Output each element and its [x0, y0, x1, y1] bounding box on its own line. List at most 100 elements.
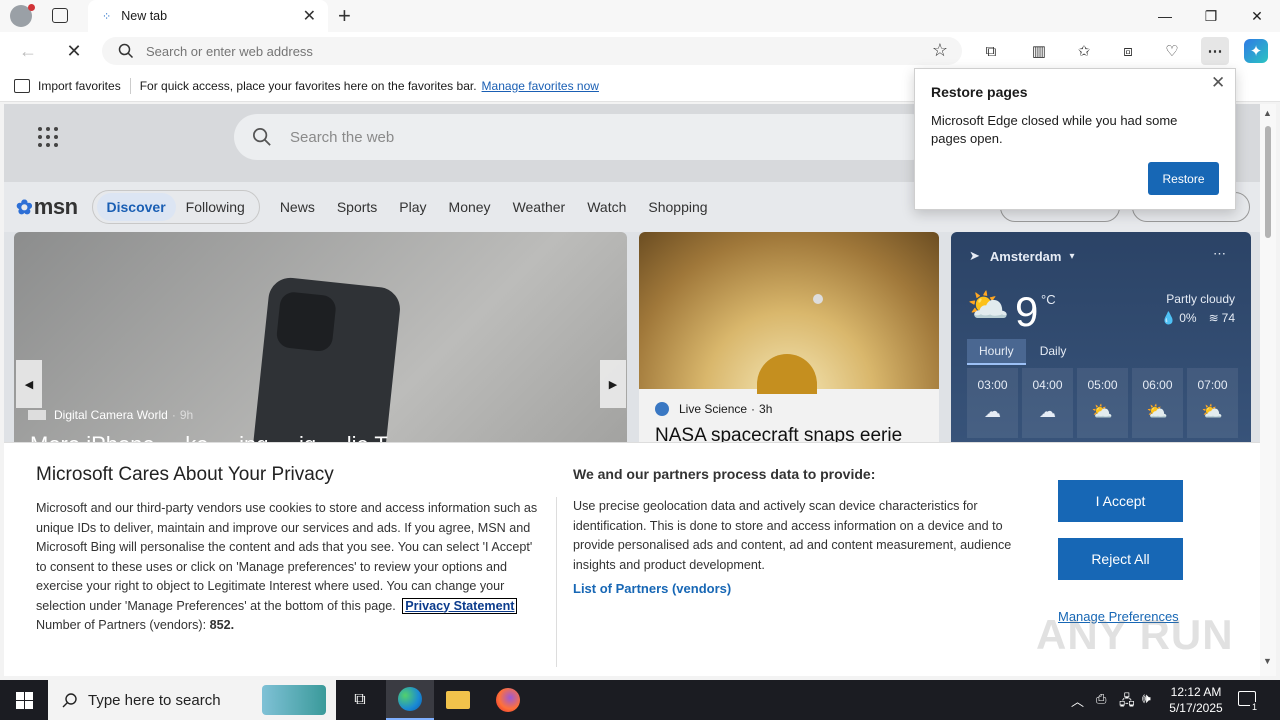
hour-slot: 04:00 ☁ [1022, 368, 1073, 438]
title-bar: ⁘ New tab ✕ + — ❐ ✕ [0, 0, 1280, 32]
restore-window-button[interactable]: ❐ [1188, 0, 1234, 32]
new-tab-button[interactable]: + [338, 3, 351, 29]
network-icon[interactable]: 🖧 [1119, 690, 1135, 714]
chevron-down-icon[interactable]: ▾ [1069, 251, 1074, 262]
tab-discover[interactable]: Discover [96, 193, 176, 221]
scrollbar-thumb[interactable] [1265, 126, 1271, 238]
close-tab-icon[interactable]: ✕ [303, 6, 316, 26]
nav-news[interactable]: News [280, 199, 315, 215]
moon-cloud-icon: ⛅ [1091, 402, 1114, 421]
volume-icon[interactable]: 🕪 [1142, 690, 1151, 707]
hour-slot: 05:00 ⛅ [1077, 368, 1128, 438]
privacy-statement-link[interactable]: Privacy Statement [402, 597, 518, 614]
scroll-up-icon[interactable]: ▲ [1263, 108, 1272, 118]
msn-logo[interactable]: msn [34, 194, 78, 220]
weather-humidity: 74 [1221, 311, 1235, 325]
edge-icon [398, 687, 422, 711]
favorite-star-icon[interactable]: ☆ [932, 40, 948, 61]
start-button[interactable] [0, 680, 48, 720]
hour-label: 05:00 [1087, 378, 1118, 392]
taskbar-edge[interactable] [386, 680, 434, 720]
weather-precip: 0% [1179, 311, 1197, 325]
precipitation-icon: 💧 [1161, 311, 1177, 325]
tab-daily[interactable]: Daily [1026, 339, 1081, 365]
browser-essentials-icon[interactable]: ♡ [1158, 37, 1186, 65]
sun-cloud-icon: ⛅ [1146, 402, 1169, 421]
reject-all-button[interactable]: Reject All [1058, 538, 1183, 580]
minimize-button[interactable]: — [1142, 0, 1188, 32]
close-window-button[interactable]: ✕ [1234, 0, 1280, 32]
restore-button[interactable]: Restore [1148, 162, 1219, 195]
firefox-icon [496, 688, 520, 712]
search-icon [62, 693, 77, 708]
carousel-prev-button[interactable]: ◀ [16, 360, 42, 408]
card2-time: 3h [759, 402, 773, 416]
app-launcher-icon[interactable] [38, 127, 58, 147]
more-options-icon[interactable]: ⋯ [1213, 246, 1226, 262]
split-screen-icon[interactable]: ▥ [1025, 37, 1053, 65]
stop-loading-icon[interactable]: ✕ [60, 37, 88, 65]
hour-label: 03:00 [977, 378, 1008, 392]
manage-favorites-link[interactable]: Manage favorites now [482, 79, 599, 93]
collections-icon[interactable]: ⧈ [1114, 37, 1142, 65]
search-icon [253, 128, 271, 146]
windows-taskbar: Type here to search ⧉ ︿ ⎙ 🖧 🕪 12:12 AM 5… [0, 680, 1280, 720]
tab-following[interactable]: Following [176, 193, 255, 221]
privacy-divider [556, 497, 557, 667]
clock-time: 12:12 AM [1170, 685, 1222, 699]
favorites-icon[interactable]: ✩ [1070, 37, 1098, 65]
show-hidden-icons[interactable]: ︿ [1071, 691, 1084, 710]
hourly-forecast: 03:00 ☁ 04:00 ☁ 05:00 ⛅ 06:00 ⛅ 07:00 ⛅ [967, 368, 1238, 438]
nav-play[interactable]: Play [399, 199, 426, 215]
search-icon [118, 43, 134, 59]
copilot-icon[interactable]: ✦ [1244, 39, 1268, 63]
source-logo-icon [28, 410, 46, 420]
web-search-box[interactable]: Search the web [234, 114, 934, 160]
partners-count: 852. [209, 618, 235, 632]
moon-cloud-icon: ☁ [984, 402, 1001, 421]
page-scrollbar[interactable]: ▲ ▼ [1260, 104, 1276, 676]
data-processing-body: Use precise geolocation data and activel… [573, 499, 1012, 572]
restore-title: Restore pages [931, 84, 1028, 100]
taskbar-search-box[interactable]: Type here to search [48, 680, 336, 720]
address-bar[interactable]: ☆ [102, 37, 962, 65]
nav-watch[interactable]: Watch [587, 199, 626, 215]
back-icon[interactable]: ← [14, 37, 42, 65]
weather-city[interactable]: Amsterdam [990, 249, 1062, 264]
nav-money[interactable]: Money [449, 199, 491, 215]
nav-sports[interactable]: Sports [337, 199, 377, 215]
taskbar-clock[interactable]: 12:12 AM 5/17/2025 [1166, 684, 1226, 716]
hour-slot: 03:00 ☁ [967, 368, 1018, 438]
scroll-down-icon[interactable]: ▼ [1263, 656, 1272, 666]
feed-tabs: Discover Following [91, 190, 260, 224]
taskbar-firefox[interactable] [484, 680, 532, 720]
nav-weather[interactable]: Weather [513, 199, 566, 215]
tab-hourly[interactable]: Hourly [967, 339, 1026, 365]
settings-more-icon[interactable]: ⋯ [1201, 37, 1229, 65]
tab-actions-icon[interactable] [52, 8, 68, 23]
taskbar-file-explorer[interactable] [434, 680, 482, 720]
device-icon[interactable]: ⎙ [1096, 691, 1106, 707]
accept-button[interactable]: I Accept [1058, 480, 1183, 522]
privacy-body-text: Microsoft and our third-party vendors us… [36, 501, 538, 613]
sun-cloud-icon: ⛅ [1201, 402, 1224, 421]
task-view-button[interactable]: ⧉ [336, 680, 384, 720]
restore-message: Microsoft Edge closed while you had some… [931, 113, 1178, 146]
windows-logo-icon [15, 691, 33, 709]
hour-slot: 07:00 ⛅ [1187, 368, 1238, 438]
card1-time: 9h [179, 408, 194, 422]
profile-alert-dot [28, 4, 35, 11]
tab-new-tab[interactable]: ⁘ New tab ✕ [88, 0, 328, 32]
nav-shopping[interactable]: Shopping [648, 199, 707, 215]
msn-logo-icon[interactable]: ✿ [16, 195, 33, 220]
forecast-tabs: Hourly Daily [967, 339, 1080, 365]
partners-list-link[interactable]: List of Partners (vendors) [573, 581, 731, 596]
extensions-icon[interactable]: ⧉ [977, 37, 1005, 65]
import-favorites-link[interactable]: Import favorites [38, 79, 121, 93]
carousel-next-button[interactable]: ▶ [600, 360, 626, 408]
import-favorites-icon[interactable] [14, 78, 30, 93]
close-icon[interactable]: ✕ [1211, 73, 1225, 93]
address-input[interactable] [146, 43, 866, 59]
partly-cloudy-icon: ⛅ [967, 287, 1010, 325]
moon-cloud-icon: ☁ [1039, 402, 1056, 421]
